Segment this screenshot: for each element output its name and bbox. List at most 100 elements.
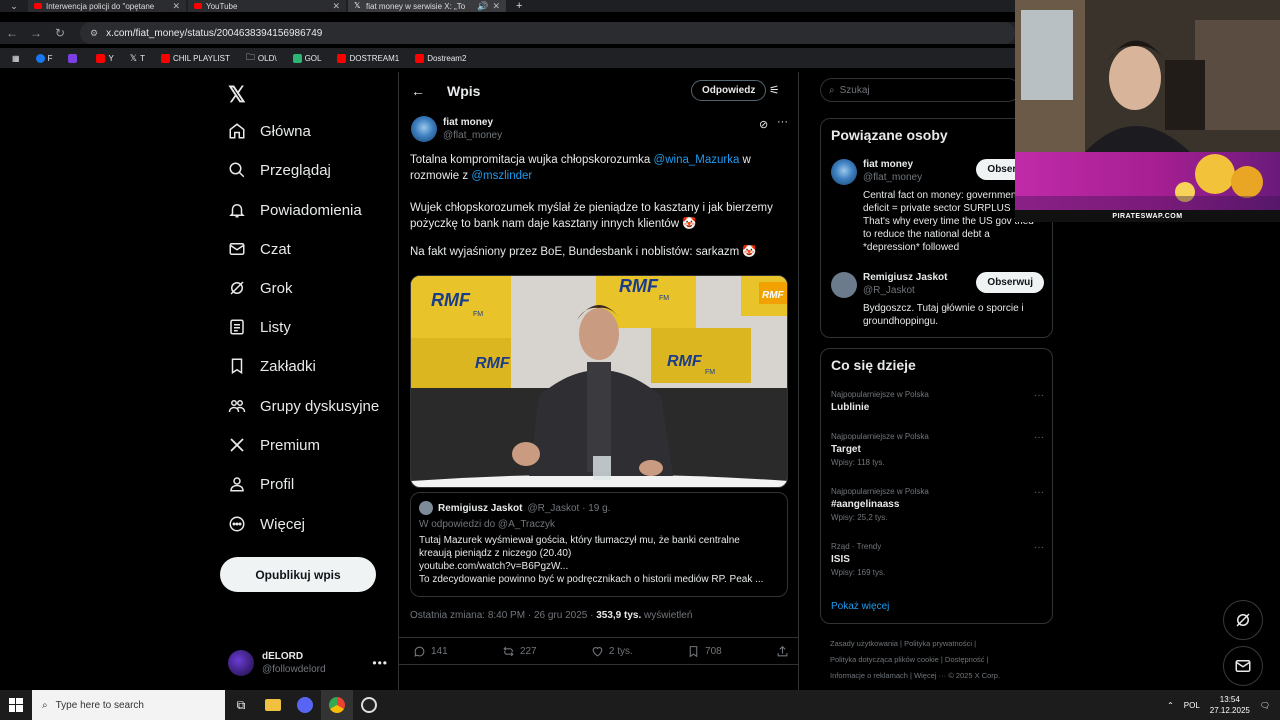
x-logo-icon[interactable]: 𝕏 xyxy=(228,82,246,108)
grok-icon[interactable]: ⊘ xyxy=(759,118,768,131)
show-more-link[interactable]: Pokaż więcej xyxy=(831,601,889,612)
search-placeholder: Szukaj xyxy=(839,84,870,96)
left-sidebar: 𝕏 Główna Przeglądaj Powiadomienia Czat G… xyxy=(220,72,398,690)
bookmark-item[interactable]: Y xyxy=(90,53,119,63)
chevron-up-icon[interactable]: ⌃ xyxy=(1167,701,1174,710)
notification-icon[interactable]: 🗨 xyxy=(1260,701,1270,710)
task-view-icon[interactable]: ⧉ xyxy=(225,690,257,720)
trend-item[interactable]: Najpopularniejsze w Polska Lublinie ··· xyxy=(831,390,1044,413)
avatar[interactable] xyxy=(831,159,857,185)
nav-item-notifications[interactable]: Powiadomienia xyxy=(228,198,362,222)
communities-icon xyxy=(228,400,246,413)
forward-button[interactable]: → xyxy=(24,26,48,40)
trend-item[interactable]: Rząd · Trendy ISIS Wpisy: 169 tys. ··· xyxy=(831,542,1044,577)
grok-floating-button[interactable] xyxy=(1223,600,1263,640)
post-button[interactable]: Opublikuj wpis xyxy=(220,557,376,592)
nav-item-grok[interactable]: Grok xyxy=(228,276,293,300)
apps-icon[interactable]: ▦ xyxy=(6,54,26,63)
list-icon xyxy=(230,319,244,335)
reply-settings-icon[interactable]: ⚟ xyxy=(769,83,780,97)
nav-item-communities[interactable]: Grupy dyskusyjne xyxy=(228,394,379,418)
trend-item[interactable]: Najpopularniejsze w Polska #aangelinaass… xyxy=(831,487,1044,522)
profile-icon xyxy=(230,477,244,492)
ellipsis-icon[interactable]: ··· xyxy=(1034,542,1044,553)
address-bar-row: ← → ↻ ⚙ x.com/fiat_money/status/20046383… xyxy=(0,22,1015,44)
clock[interactable]: 13:54 27.12.2025 xyxy=(1210,694,1250,716)
author-handle[interactable]: @flat_money xyxy=(443,129,502,142)
obs-icon[interactable] xyxy=(353,690,385,720)
person-name[interactable]: fiat money xyxy=(863,159,913,170)
close-icon[interactable]: ✕ xyxy=(172,1,180,12)
like-action[interactable]: 2 tys. xyxy=(591,645,633,658)
nav-item-bookmarks[interactable]: Zakładki xyxy=(228,354,316,378)
nav-item-more[interactable]: Więcej xyxy=(228,512,305,536)
ellipsis-icon[interactable]: ··· xyxy=(1034,390,1044,401)
nav-item-profile[interactable]: Profil xyxy=(228,472,294,496)
follow-button[interactable]: Obserwuj xyxy=(976,272,1044,293)
mention-link[interactable]: @wina_Mazurka xyxy=(654,154,740,166)
quoted-post[interactable]: Remigiusz Jaskot @R_Jaskot · 19 g. W odp… xyxy=(410,492,788,597)
new-tab-button[interactable]: + xyxy=(508,0,530,12)
nav-item-chat[interactable]: Czat xyxy=(228,237,291,261)
account-switcher[interactable]: dELORD @followdelord ••• xyxy=(228,647,388,679)
author-name[interactable]: fiat money xyxy=(443,116,502,129)
bookmark-folder[interactable]: 🗀 OLD\ xyxy=(240,50,283,66)
search-icon: ⌕ xyxy=(829,84,835,96)
avatar[interactable] xyxy=(411,116,437,142)
speaker-icon[interactable]: 🔊 xyxy=(477,1,488,12)
bookmark-action[interactable]: 708 xyxy=(687,645,722,658)
ellipsis-icon[interactable]: ··· xyxy=(1034,432,1044,443)
messages-floating-button[interactable] xyxy=(1223,646,1263,686)
bookmark-item[interactable]: DOSTREAM1 xyxy=(331,53,405,63)
bookmark-item[interactable]: Dostream2 xyxy=(409,53,472,63)
nav-item-lists[interactable]: Listy xyxy=(228,315,291,339)
back-button[interactable]: ← xyxy=(0,26,24,40)
post-author[interactable]: fiat money @flat_money xyxy=(411,116,502,142)
bookmark-item[interactable]: F xyxy=(30,53,59,63)
bookmark-item[interactable] xyxy=(62,53,86,63)
post-meta: Ostatnia zmiana: 8:40 PM · 26 gru 2025 ·… xyxy=(410,610,693,621)
nav-item-label: Czat xyxy=(260,240,291,258)
share-action[interactable] xyxy=(776,645,789,658)
home-icon xyxy=(229,123,245,139)
tab-search-button[interactable]: ⌄ xyxy=(0,0,28,12)
chrome-icon[interactable] xyxy=(321,690,353,720)
mention-link[interactable]: @mszlinder xyxy=(471,170,532,182)
person-name[interactable]: Remigiusz Jaskot xyxy=(863,272,947,283)
search-input[interactable]: ⌕ Szukaj xyxy=(820,78,1020,102)
url-input[interactable]: ⚙ x.com/fiat_money/status/20046383941569… xyxy=(80,22,1015,44)
back-arrow-icon[interactable]: ← xyxy=(411,83,425,99)
reply-action[interactable]: 141 xyxy=(413,645,448,658)
bookmark-item[interactable]: 𝕏T xyxy=(124,53,151,64)
nav-item-explore[interactable]: Przeglądaj xyxy=(228,158,331,182)
repost-action[interactable]: 227 xyxy=(502,645,537,658)
post-video[interactable]: RMF FM RMF FM RMF RMF FM RMF xyxy=(410,275,788,488)
reload-button[interactable]: ↻ xyxy=(48,26,72,40)
avatar xyxy=(419,501,433,515)
discord-icon[interactable] xyxy=(289,690,321,720)
browser-tab-1[interactable]: Interwencja policji do "opętane ✕ xyxy=(28,0,186,12)
browser-tab-3[interactable]: 𝕏 fiat money w serwisie X: „To 🔊 ✕ xyxy=(348,0,506,12)
file-explorer-icon[interactable] xyxy=(257,690,289,720)
ellipsis-icon[interactable]: ··· xyxy=(1034,487,1044,498)
nav-item-premium[interactable]: Premium xyxy=(228,433,320,457)
close-icon[interactable]: ✕ xyxy=(332,1,340,12)
bookmark-item[interactable]: GOL xyxy=(287,53,328,63)
avatar[interactable] xyxy=(831,272,857,298)
close-icon[interactable]: ✕ xyxy=(492,1,500,12)
footer-links[interactable]: Zasady użytkowania | Polityka prywatnośc… xyxy=(830,636,1060,684)
language-indicator[interactable]: POL xyxy=(1184,701,1200,710)
reply-button[interactable]: Odpowiedz xyxy=(691,80,767,101)
card-title: Co się dzieje xyxy=(831,357,916,373)
site-info-icon[interactable]: ⚙ xyxy=(90,28,98,39)
ellipsis-icon[interactable]: ··· xyxy=(777,116,788,128)
bookmark-item[interactable]: CHIL PLAYLIST xyxy=(155,53,236,63)
taskbar-search-input[interactable]: ⌕ Type here to search xyxy=(32,690,225,720)
promo-art xyxy=(1015,154,1280,210)
windows-start-button[interactable] xyxy=(0,690,32,720)
grok-icon xyxy=(230,281,244,295)
trend-item[interactable]: Najpopularniejsze w Polska Target Wpisy:… xyxy=(831,432,1044,467)
browser-tab-2[interactable]: YouTube ✕ xyxy=(188,0,346,12)
heart-icon xyxy=(592,646,603,656)
nav-item-home[interactable]: Główna xyxy=(228,119,311,143)
